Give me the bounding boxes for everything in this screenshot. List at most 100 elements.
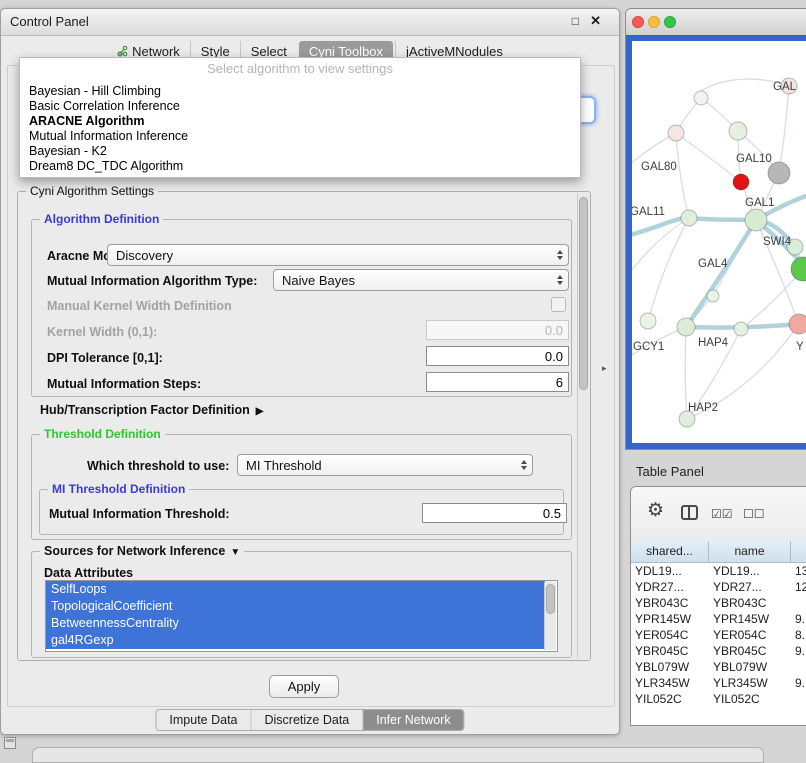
dpi-tolerance-field[interactable]: 0.0 <box>426 346 569 366</box>
network-edge[interactable] <box>685 327 687 419</box>
attribute-item[interactable]: SelfLoops <box>46 581 545 598</box>
table-body: YDL19...YDL19...13YDR27...YDR27...12YBR0… <box>631 563 806 725</box>
attributes-scrollbar[interactable] <box>544 582 556 650</box>
algorithm-option[interactable]: Basic Correlation Inference <box>20 99 580 114</box>
select-all-columns-icon[interactable]: ☑☑ <box>711 507 733 521</box>
algorithm-dropdown-popup: Select algorithm to view settings Bayesi… <box>19 57 581 178</box>
attribute-item[interactable]: BetweennessCentrality <box>46 615 545 632</box>
network-node[interactable] <box>768 162 790 184</box>
algorithm-option[interactable]: Bayesian - Hill Climbing <box>20 84 580 99</box>
column-header[interactable]: shared... <box>631 541 709 563</box>
algorithm-option[interactable]: Mutual Information Inference <box>20 129 580 144</box>
mi-steps-field[interactable]: 6 <box>426 372 569 392</box>
table-panel-window: ⚙ ☑☑ ☐☐ shared...name YDL19...YDL19...13… <box>630 486 806 726</box>
bottom-tabs: Impute DataDiscretize DataInfer Network <box>155 709 464 731</box>
panel-divider-handle[interactable]: ▸ <box>602 363 607 374</box>
table-row[interactable]: YLR345WYLR345W9. <box>631 675 806 691</box>
network-node[interactable] <box>694 91 708 105</box>
network-node[interactable] <box>734 322 748 336</box>
network-canvas-svg: GALGAL80GAL10GAL11GAL1SWI4GAL4GCY1HAP4YH… <box>632 41 806 443</box>
column-header[interactable]: name <box>709 541 791 563</box>
mi-threshold-field[interactable]: 0.5 <box>422 503 567 523</box>
table-row[interactable]: YDR27...YDR27...12 <box>631 579 806 595</box>
table-row[interactable]: YPR145WYPR145W9. <box>631 611 806 627</box>
algorithm-option[interactable]: Dream8 DC_TDC Algorithm <box>20 159 580 174</box>
sources-group-header[interactable]: Sources for Network Inference▼ <box>40 544 244 558</box>
table-cell <box>791 691 806 707</box>
network-canvas[interactable]: GALGAL80GAL10GAL11GAL1SWI4GAL4GCY1HAP4YH… <box>632 41 806 443</box>
table-cell: 12 <box>791 579 806 595</box>
network-node[interactable] <box>745 209 767 231</box>
network-edge[interactable] <box>676 133 689 218</box>
zoom-traffic-light-icon[interactable] <box>664 16 676 28</box>
table-cell: YPR145W <box>631 611 709 627</box>
control-panel-window: Control Panel □ ✕ NetworkStyleSelectCyni… <box>0 8 620 735</box>
network-edge[interactable] <box>632 218 689 283</box>
settings-scrollbar[interactable] <box>577 193 589 659</box>
bottom-tab-infer-network[interactable]: Infer Network <box>362 710 463 730</box>
bottom-tab-impute-data[interactable]: Impute Data <box>156 710 250 730</box>
node-label: GAL80 <box>641 161 677 173</box>
column-header[interactable] <box>791 541 806 563</box>
attribute-item[interactable]: TopologicalCoefficient <box>46 598 545 615</box>
scrollbar-thumb[interactable] <box>579 197 588 390</box>
network-node[interactable] <box>640 313 656 329</box>
network-node[interactable] <box>789 314 806 334</box>
apply-button[interactable]: Apply <box>269 675 339 698</box>
table-cell: YBR045C <box>709 643 791 659</box>
deselect-all-columns-icon[interactable]: ☐☐ <box>743 507 765 521</box>
table-row[interactable]: YDL19...YDL19...13 <box>631 563 806 579</box>
hub-section-header[interactable]: Hub/Transcription Factor Definition▶ <box>40 403 263 417</box>
network-node[interactable] <box>707 290 719 302</box>
table-cell: YDR27... <box>631 579 709 595</box>
combo-arrows-icon <box>557 270 563 290</box>
node-label: SWI4 <box>763 236 792 248</box>
network-node[interactable] <box>729 122 747 140</box>
network-edge[interactable] <box>686 220 756 327</box>
table-row[interactable]: YBR045CYBR045C9. <box>631 643 806 659</box>
which-threshold-select[interactable]: MI Threshold <box>237 454 533 476</box>
table-cell: YBL079W <box>631 659 709 675</box>
manual-kernel-label: Manual Kernel Width Definition <box>47 299 232 313</box>
bottom-tab-discretize-data[interactable]: Discretize Data <box>251 710 363 730</box>
close-icon[interactable]: ✕ <box>590 13 601 29</box>
network-node[interactable] <box>681 210 697 226</box>
table-row[interactable]: YBL079WYBL079W <box>631 659 806 675</box>
window-title: Control Panel <box>10 14 89 29</box>
network-edge[interactable] <box>779 86 789 173</box>
network-node[interactable] <box>733 174 749 190</box>
table-cell: 9. <box>791 675 806 691</box>
close-traffic-light-icon[interactable] <box>632 16 644 28</box>
algorithm-option[interactable]: ARACNE Algorithm <box>20 114 580 129</box>
table-row[interactable]: YER054CYER054C8. <box>631 627 806 643</box>
network-node[interactable] <box>791 257 806 281</box>
scrollbar-thumb[interactable] <box>546 584 555 614</box>
float-window-icon[interactable]: □ <box>572 14 579 28</box>
table-cell: 13 <box>791 563 806 579</box>
algorithm-option[interactable]: Bayesian - K2 <box>20 144 580 159</box>
columns-icon[interactable] <box>681 505 698 520</box>
minimized-panel-icon[interactable] <box>4 737 16 749</box>
network-node[interactable] <box>677 318 695 336</box>
threshold-definition-title: Threshold Definition <box>40 427 165 441</box>
network-node[interactable] <box>668 125 684 141</box>
table-row[interactable]: YIL052CYIL052C <box>631 691 806 707</box>
cyni-algorithm-settings-group: Cyni Algorithm Settings Algorithm Defini… <box>17 191 591 661</box>
aracne-mode-select[interactable]: Discovery <box>107 244 569 266</box>
algorithm-definition-title: Algorithm Definition <box>40 212 163 226</box>
attribute-item[interactable]: gal4RGexp <box>46 632 545 649</box>
kernel-width-field[interactable]: 0.0 <box>426 320 569 340</box>
table-panel-toolbar: ⚙ ☑☑ ☐☐ <box>631 487 806 542</box>
collapse-arrow-icon: ▼ <box>230 547 240 558</box>
minimize-traffic-light-icon[interactable] <box>648 16 660 28</box>
node-label: GAL10 <box>736 153 772 165</box>
network-edge[interactable] <box>676 133 741 182</box>
table-cell: 9. <box>791 611 806 627</box>
mi-algorithm-type-select[interactable]: Naive Bayes <box>273 269 569 291</box>
manual-kernel-checkbox[interactable] <box>551 297 566 312</box>
dropdown-placeholder: Select algorithm to view settings <box>20 61 580 76</box>
data-attributes-list[interactable]: SelfLoopsTopologicalCoefficientBetweenne… <box>45 580 558 652</box>
table-header-row: shared...name <box>631 541 806 563</box>
table-row[interactable]: YBR043CYBR043C <box>631 595 806 611</box>
gear-icon[interactable]: ⚙ <box>647 501 664 520</box>
